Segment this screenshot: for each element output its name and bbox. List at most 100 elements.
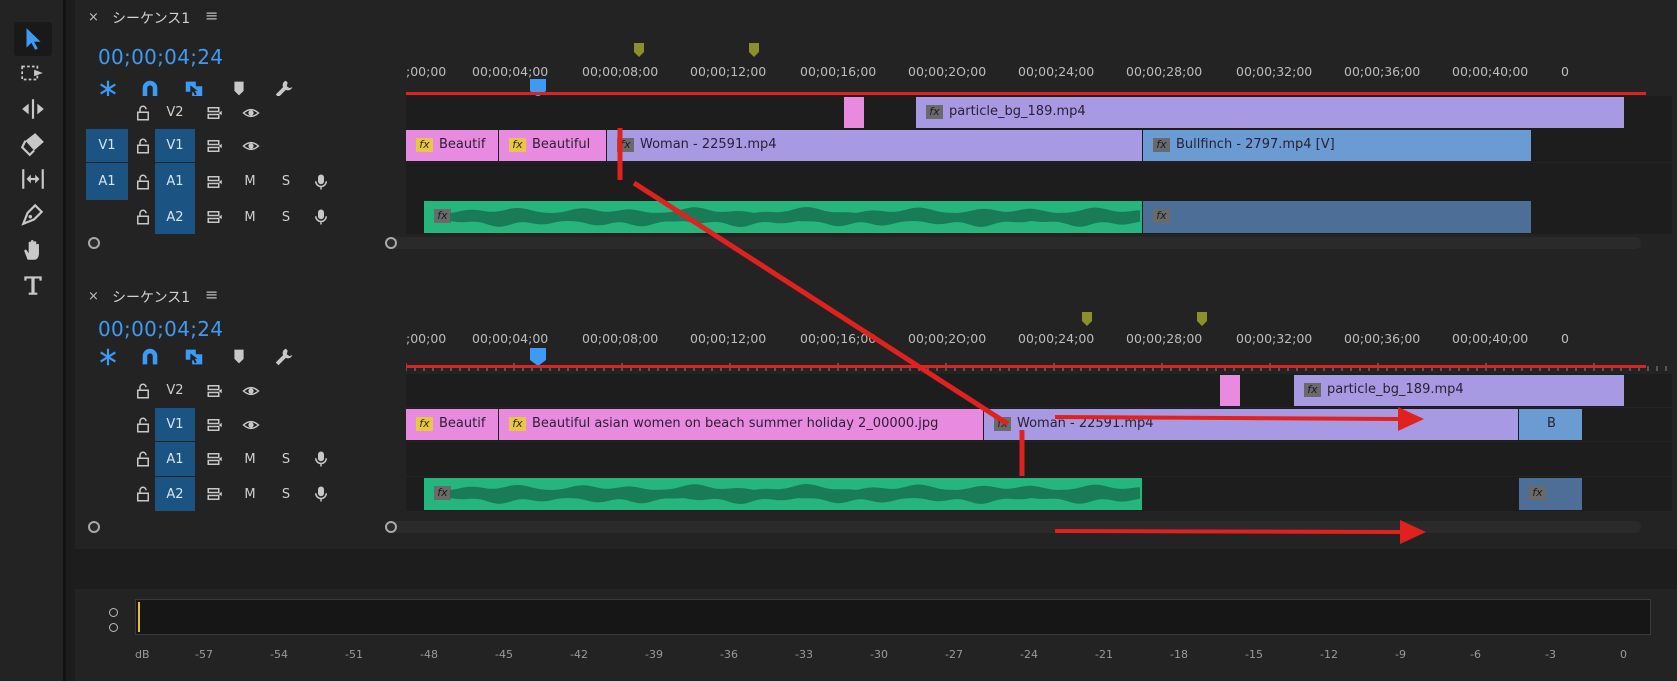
eye-icon[interactable]	[238, 129, 264, 162]
vertical-zoom-handle[interactable]	[88, 521, 100, 533]
clip-woman[interactable]: fx Woman - 22591.mp4	[984, 409, 1518, 440]
db-scale-label: -57	[195, 648, 213, 661]
mute-button[interactable]: M	[240, 477, 260, 511]
microphone-icon[interactable]	[310, 477, 332, 511]
lock-icon[interactable]	[133, 163, 153, 200]
slip-tool[interactable]	[14, 162, 52, 196]
horizontal-scrollbar[interactable]	[387, 521, 1641, 533]
eye-icon[interactable]	[238, 96, 264, 129]
ruler-label: 00;00;04;00	[472, 64, 549, 79]
scroll-handle-left[interactable]	[385, 521, 397, 533]
sync-lock-icon[interactable]	[203, 408, 227, 441]
eye-icon[interactable]	[238, 374, 264, 407]
track-target-a1[interactable]: A1	[155, 163, 195, 200]
solo-right-button[interactable]	[109, 623, 118, 632]
ruler-label: 00;00;12;00	[690, 331, 767, 346]
solo-button[interactable]: S	[276, 200, 296, 234]
track-target-a1[interactable]: A1	[155, 442, 195, 476]
panel-menu-button[interactable]: ≡	[205, 285, 218, 304]
clip-pink[interactable]	[844, 97, 864, 128]
track-target-v2[interactable]: V2	[157, 374, 193, 407]
audio-clip-b[interactable]: fx	[1519, 478, 1582, 510]
pen-tool[interactable]	[14, 197, 52, 231]
playhead-timecode[interactable]: 00;00;04;24	[98, 317, 223, 341]
lock-icon[interactable]	[133, 200, 153, 234]
track-header-a2: A2 M S	[75, 477, 404, 511]
sync-lock-icon[interactable]	[203, 96, 227, 129]
marker-icon[interactable]	[749, 42, 759, 57]
nest-icon[interactable]	[97, 346, 119, 368]
sequence-tab-name[interactable]: シーケンス1	[112, 287, 190, 307]
scroll-handle-left[interactable]	[385, 237, 397, 249]
ripple-edit-tool[interactable]	[14, 92, 52, 126]
lock-icon[interactable]	[133, 477, 153, 511]
clip-pink[interactable]	[1220, 375, 1240, 406]
close-tab-button[interactable]: ×	[88, 289, 99, 304]
solo-button[interactable]: S	[276, 442, 296, 476]
track-target-v2[interactable]: V2	[157, 96, 193, 129]
add-marker-icon[interactable]	[228, 346, 250, 368]
hand-tool[interactable]	[14, 233, 52, 267]
clip-woman[interactable]: fx Woman - 22591.mp4	[607, 130, 1142, 161]
clip-bullfinch[interactable]: fx Bullfinch - 2797.mp4 [V]	[1143, 130, 1531, 161]
horizontal-scrollbar[interactable]	[387, 237, 1641, 249]
sync-lock-icon[interactable]	[203, 200, 227, 234]
snap-magnet-icon[interactable]	[139, 346, 161, 368]
audio-clip-bullfinch[interactable]: fx	[1143, 201, 1531, 233]
source-patch-v1[interactable]: V1	[86, 129, 128, 162]
sync-lock-icon[interactable]	[203, 442, 227, 476]
sync-lock-icon[interactable]	[203, 374, 227, 407]
close-tab-button[interactable]: ×	[88, 10, 99, 25]
timeline-tab[interactable]: × シーケンス1 ≡	[75, 0, 1677, 36]
clip-b[interactable]: B	[1519, 409, 1582, 440]
lock-icon[interactable]	[133, 374, 153, 407]
clip-beautiful-asian[interactable]: fx Beautiful asian women on beach summer …	[499, 409, 983, 440]
microphone-icon[interactable]	[310, 163, 332, 200]
track-target-a2[interactable]: A2	[155, 200, 195, 234]
marker-icon[interactable]	[1082, 311, 1092, 326]
clip-particle-bg[interactable]: fx particle_bg_189.mp4	[1294, 375, 1624, 406]
audio-clip-woman[interactable]: fx	[424, 201, 1142, 233]
panel-menu-button[interactable]: ≡	[205, 6, 218, 25]
clip-particle-bg[interactable]: fx particle_bg_189.mp4	[916, 97, 1624, 128]
mute-button[interactable]: M	[240, 442, 260, 476]
lock-icon[interactable]	[133, 129, 153, 162]
track-target-v1[interactable]: V1	[155, 408, 195, 441]
marker-icon[interactable]	[634, 42, 644, 57]
solo-button[interactable]: S	[276, 477, 296, 511]
lock-icon[interactable]	[133, 442, 153, 476]
marker-icon[interactable]	[1197, 311, 1207, 326]
track-target-a2[interactable]: A2	[155, 477, 195, 511]
sync-lock-icon[interactable]	[203, 129, 227, 162]
wrench-icon[interactable]	[273, 346, 295, 368]
type-tool[interactable]	[14, 268, 52, 302]
razor-tool[interactable]	[14, 127, 52, 161]
linked-selection-icon[interactable]	[183, 346, 205, 368]
playhead-timecode[interactable]: 00;00;04;24	[98, 45, 223, 69]
solo-left-button[interactable]	[109, 608, 118, 617]
vertical-zoom-handle[interactable]	[88, 237, 100, 249]
pen-icon	[21, 203, 44, 226]
solo-button[interactable]: S	[276, 163, 296, 200]
track-target-v1[interactable]: V1	[155, 129, 195, 162]
mute-button[interactable]: M	[240, 200, 260, 234]
selection-tool[interactable]	[14, 22, 52, 56]
clip-beautif[interactable]: fx Beautif	[406, 409, 498, 440]
time-ruler[interactable]: ;00;00 00;00;04;00 00;00;08;00 00;00;12;00 0…	[406, 303, 1668, 373]
lock-icon[interactable]	[133, 96, 153, 129]
clip-beautiful[interactable]: fx Beautiful	[499, 130, 606, 161]
microphone-icon[interactable]	[310, 200, 332, 234]
sequence-tab-name[interactable]: シーケンス1	[112, 8, 190, 28]
track-select-forward-tool[interactable]	[14, 56, 52, 90]
mute-button[interactable]: M	[240, 163, 260, 200]
audio-clip-woman[interactable]: fx	[424, 478, 1142, 510]
ruler-label: 00;00;24;00	[1018, 331, 1095, 346]
sync-lock-icon[interactable]	[203, 163, 227, 200]
source-patch-a1[interactable]: A1	[86, 163, 128, 200]
microphone-icon[interactable]	[310, 442, 332, 476]
clip-beautif[interactable]: fx Beautif	[406, 130, 498, 161]
sync-lock-icon[interactable]	[203, 477, 227, 511]
lock-icon[interactable]	[133, 408, 153, 441]
eye-icon[interactable]	[238, 408, 264, 441]
db-scale-label: -39	[645, 648, 663, 661]
